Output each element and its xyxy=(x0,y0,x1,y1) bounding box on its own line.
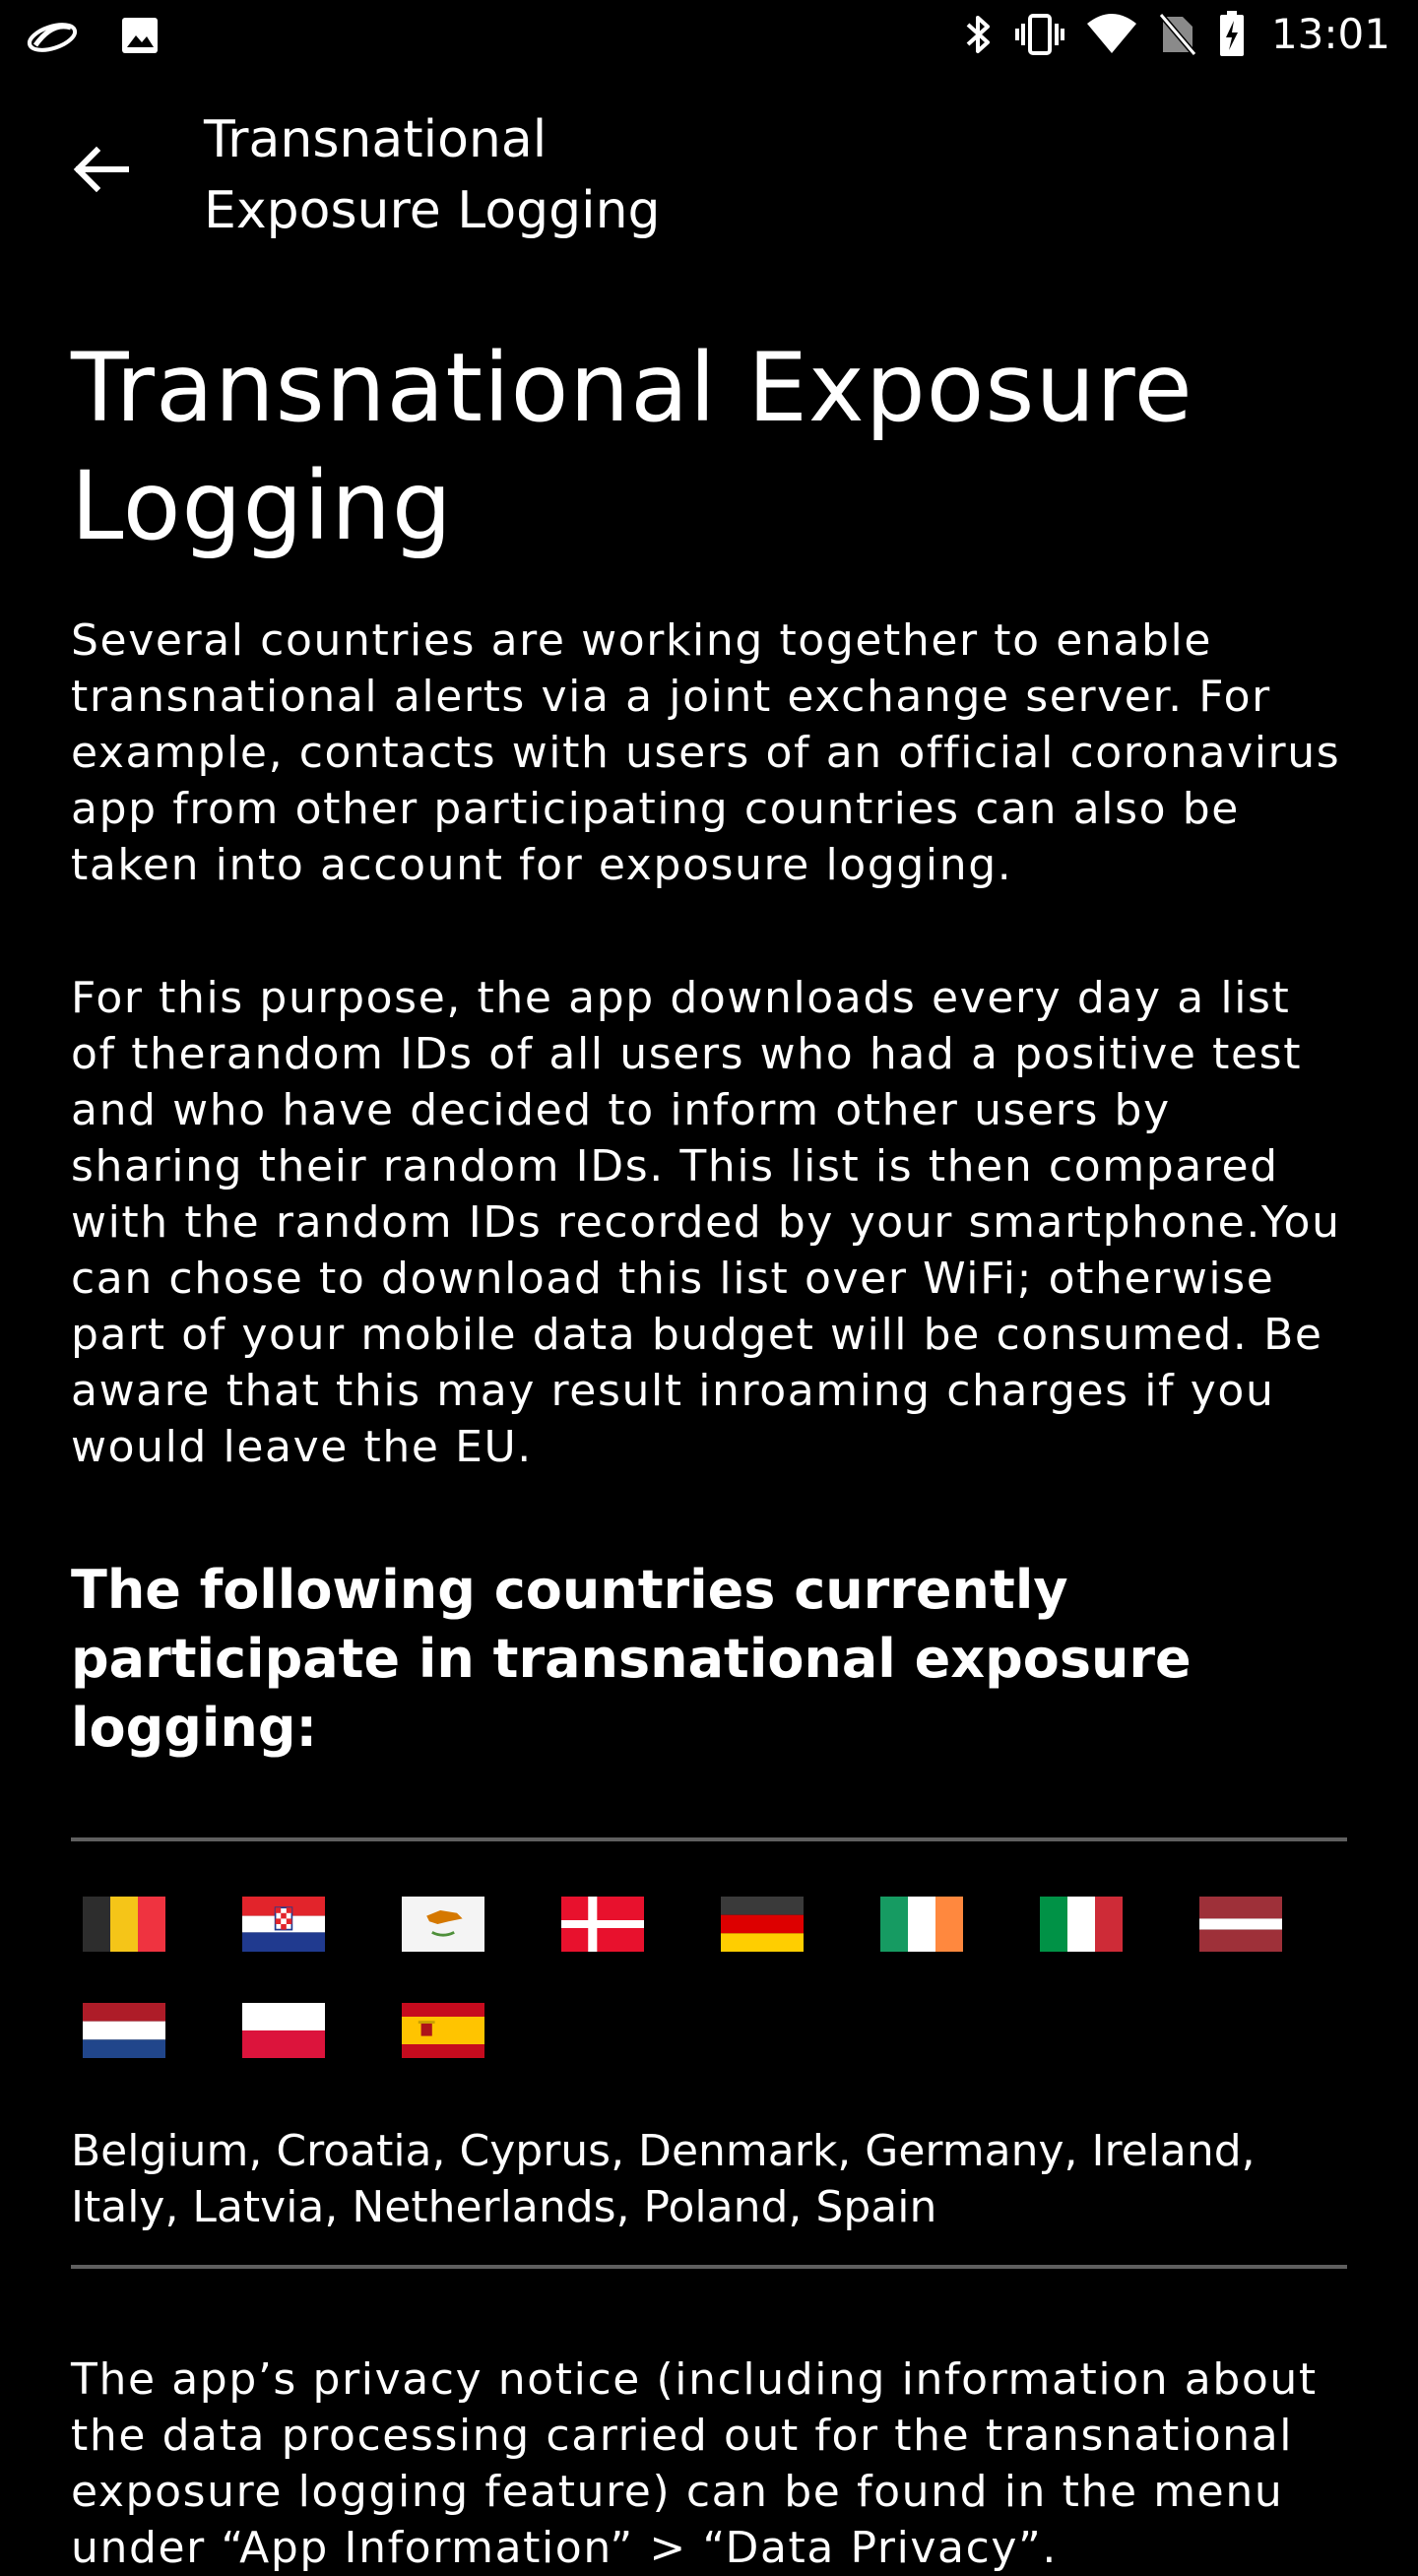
app-bar: Transnational Exposure Logging xyxy=(0,98,1418,246)
germany-flag-icon xyxy=(721,1897,804,1952)
denmark-flag-icon xyxy=(561,1897,644,1952)
app-notification-icon xyxy=(27,23,78,52)
participating-countries-heading: The following countries currently partic… xyxy=(71,1559,1192,1759)
flag-cell-italy xyxy=(1028,1895,1188,1954)
privacy-notice-paragraph: The app’s privacy notice (including info… xyxy=(71,2354,1318,2573)
divider xyxy=(71,1837,1347,1841)
download-info-paragraph: For this purpose, the app downloads ever… xyxy=(71,973,1341,1472)
flag-cell-netherlands xyxy=(71,2001,230,2060)
image-icon xyxy=(122,18,158,53)
app-bar-title: Transnational Exposure Logging xyxy=(204,104,913,246)
no-sim-icon xyxy=(1158,12,1196,56)
flag-cell-belgium xyxy=(71,1895,230,1954)
netherlands-flag-icon xyxy=(83,2003,165,2058)
ireland-flag-icon xyxy=(880,1897,963,1952)
flag-cell-ireland xyxy=(869,1895,1028,1954)
latvia-flag-icon xyxy=(1199,1897,1282,1952)
flag-cell-poland xyxy=(230,2001,390,2060)
battery-charging-icon xyxy=(1219,10,1244,56)
country-flags-grid xyxy=(71,1895,1347,2060)
flag-cell-denmark xyxy=(549,1895,709,1954)
status-bar: 13:01 xyxy=(0,0,1418,71)
spain-flag-icon xyxy=(402,2003,484,2058)
flag-cell-cyprus xyxy=(390,1895,549,1954)
flag-cell-latvia xyxy=(1188,1895,1347,1954)
app-bar-title-line-1: Transnational xyxy=(204,110,548,169)
clock: 13:01 xyxy=(1270,10,1390,58)
participating-countries-list: Belgium, Croatia, Cyprus, Denmark, Germa… xyxy=(71,2126,1256,2232)
page-title: Transnational Exposure Logging xyxy=(71,333,1193,561)
back-button[interactable] xyxy=(61,140,140,199)
app-bar-title-line-2: Exposure Logging xyxy=(204,181,661,240)
main-content: Transnational Exposure Logging Several c… xyxy=(71,329,1347,2576)
flag-cell-germany xyxy=(709,1895,869,1954)
croatia-flag-icon xyxy=(242,1897,325,1952)
arrow-back-icon xyxy=(73,146,129,193)
italy-flag-icon xyxy=(1040,1897,1123,1952)
divider xyxy=(71,2265,1347,2269)
bluetooth-icon xyxy=(966,15,990,53)
vibrate-icon xyxy=(1014,13,1064,55)
belgium-flag-icon xyxy=(83,1897,165,1952)
intro-paragraph: Several countries are working together t… xyxy=(71,615,1341,890)
flag-cell-spain xyxy=(390,2001,549,2060)
wifi-icon xyxy=(1086,13,1136,53)
cyprus-flag-icon xyxy=(402,1897,484,1952)
poland-flag-icon xyxy=(242,2003,325,2058)
flag-cell-croatia xyxy=(230,1895,390,1954)
